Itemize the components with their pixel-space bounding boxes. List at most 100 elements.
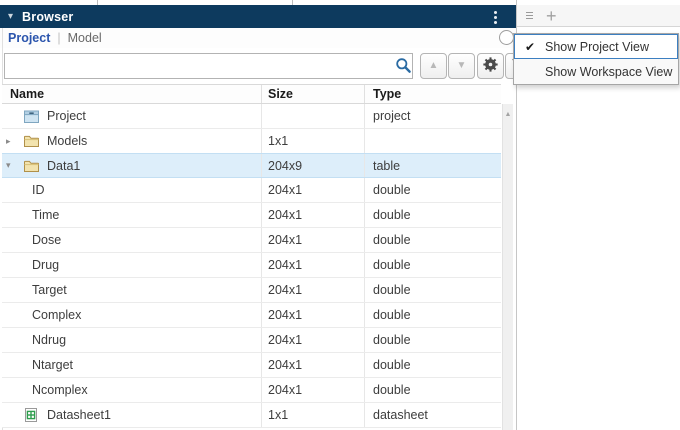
table-row[interactable]: Complex 204x1 double: [2, 303, 501, 328]
table-row[interactable]: Ndrug 204x1 double: [2, 328, 501, 353]
table-row[interactable]: Ntarget 204x1 double: [2, 353, 501, 378]
row-name: Complex: [32, 308, 82, 322]
row-name: Data1: [47, 158, 81, 173]
name-cell: Ntarget: [2, 353, 262, 377]
name-cell: Time: [2, 203, 262, 227]
column-header-name[interactable]: Name: [2, 85, 262, 103]
name-cell: Ndrug: [2, 328, 262, 352]
up-arrow-icon: ▲: [428, 60, 439, 71]
row-type: double: [373, 233, 411, 247]
table-row[interactable]: ▾ Data1 204x9 table: [2, 153, 501, 178]
search-input[interactable]: [4, 53, 413, 79]
view-tabs: Project | Model: [0, 28, 516, 48]
expand-arrow-icon[interactable]: ▸: [6, 136, 23, 147]
tab-model[interactable]: Model: [68, 31, 102, 45]
type-cell: double: [365, 178, 501, 202]
scroll-up-icon[interactable]: ▲: [503, 111, 513, 118]
row-name: Datasheet1: [47, 408, 111, 422]
row-type: double: [373, 358, 411, 372]
tab-list-icon[interactable]: [526, 12, 533, 19]
size-cell: 204x1: [262, 328, 365, 352]
name-cell: Project: [2, 104, 262, 128]
row-type: double: [373, 333, 411, 347]
size-cell: 204x1: [262, 228, 365, 252]
size-cell: 204x1: [262, 253, 365, 277]
type-cell: project: [365, 104, 501, 128]
table-row[interactable]: Dose 204x1 double: [2, 228, 501, 253]
size-cell: 204x1: [262, 278, 365, 302]
row-type: double: [373, 258, 411, 272]
row-size: 204x1: [268, 358, 303, 372]
settings-button[interactable]: [477, 53, 504, 79]
table-body: Project project ▸ Models 1x1 ▾ Data1 204…: [2, 104, 501, 428]
table-row[interactable]: ID 204x1 double: [2, 178, 501, 203]
expand-arrow-icon[interactable]: ▾: [6, 160, 23, 171]
row-size: 204x1: [268, 208, 303, 222]
name-cell: Ncomplex: [2, 378, 262, 402]
size-cell: 204x1: [262, 378, 365, 402]
row-size: 204x1: [268, 283, 303, 297]
size-cell: 204x1: [262, 303, 365, 327]
size-cell: 1x1: [262, 129, 365, 153]
table-row[interactable]: Datasheet1 1x1 datasheet: [2, 403, 501, 428]
name-cell: Dose: [2, 228, 262, 252]
type-cell: double: [365, 303, 501, 327]
checkmark-icon: ✔: [524, 39, 536, 54]
table-row[interactable]: ▸ Models 1x1: [2, 129, 501, 154]
table-row[interactable]: Time 204x1 double: [2, 203, 501, 228]
view-options-icon[interactable]: [499, 30, 514, 45]
row-name: ID: [32, 183, 45, 197]
menu-item[interactable]: Show Workspace View: [514, 59, 678, 84]
table-row[interactable]: Target 204x1 double: [2, 278, 501, 303]
previous-match-button[interactable]: ▲: [420, 53, 447, 79]
row-type: double: [373, 383, 411, 397]
type-cell: double: [365, 328, 501, 352]
row-name: Target: [32, 283, 67, 297]
search-row: ▲ ▼: [0, 51, 516, 81]
tab-project[interactable]: Project: [8, 31, 50, 45]
type-cell: [365, 129, 501, 153]
view-dropdown-menu: ✔ Show Project View Show Workspace View: [513, 33, 679, 85]
row-size: 204x9: [268, 158, 303, 173]
row-type: datasheet: [373, 408, 428, 422]
size-cell: 204x1: [262, 203, 365, 227]
document-tabbar: +: [517, 5, 680, 27]
table-row[interactable]: Ncomplex 204x1 double: [2, 378, 501, 403]
name-cell: Complex: [2, 303, 262, 327]
row-type: double: [373, 308, 411, 322]
type-cell: double: [365, 253, 501, 277]
size-cell: 204x1: [262, 178, 365, 202]
name-cell: Target: [2, 278, 262, 302]
type-cell: double: [365, 228, 501, 252]
add-tab-button[interactable]: +: [546, 7, 557, 25]
next-match-button[interactable]: ▼: [448, 53, 475, 79]
kebab-menu-icon[interactable]: [491, 10, 500, 25]
type-cell: table: [365, 154, 501, 177]
row-name: Ndrug: [32, 333, 67, 347]
panel-title: Browser: [22, 9, 74, 24]
row-name: Dose: [32, 233, 62, 247]
menu-item[interactable]: ✔ Show Project View: [514, 34, 678, 59]
type-cell: double: [365, 353, 501, 377]
menu-item-label: Show Workspace View: [545, 64, 673, 79]
collapse-panel-icon[interactable]: ▾: [8, 11, 13, 22]
browser-panel-header: ▾ Browser: [0, 5, 516, 28]
type-cell: double: [365, 378, 501, 402]
row-size: 204x1: [268, 183, 303, 197]
row-size: 204x1: [268, 233, 303, 247]
column-header-size[interactable]: Size: [262, 85, 365, 103]
table-header: Name Size Type: [2, 84, 501, 104]
row-size: 204x1: [268, 333, 303, 347]
column-header-type[interactable]: Type: [365, 85, 501, 103]
row-type: double: [373, 283, 411, 297]
row-size: 204x1: [268, 258, 303, 272]
row-name: Ncomplex: [32, 383, 88, 397]
type-cell: datasheet: [365, 403, 501, 427]
folder-icon: [23, 134, 39, 148]
table-row[interactable]: Drug 204x1 double: [2, 253, 501, 278]
row-name: Drug: [32, 258, 60, 272]
row-size: 204x1: [268, 308, 303, 322]
table-row[interactable]: Project project: [2, 104, 501, 129]
table-scrollbar[interactable]: ▲: [502, 104, 513, 430]
menu-item-label: Show Project View: [545, 39, 649, 54]
